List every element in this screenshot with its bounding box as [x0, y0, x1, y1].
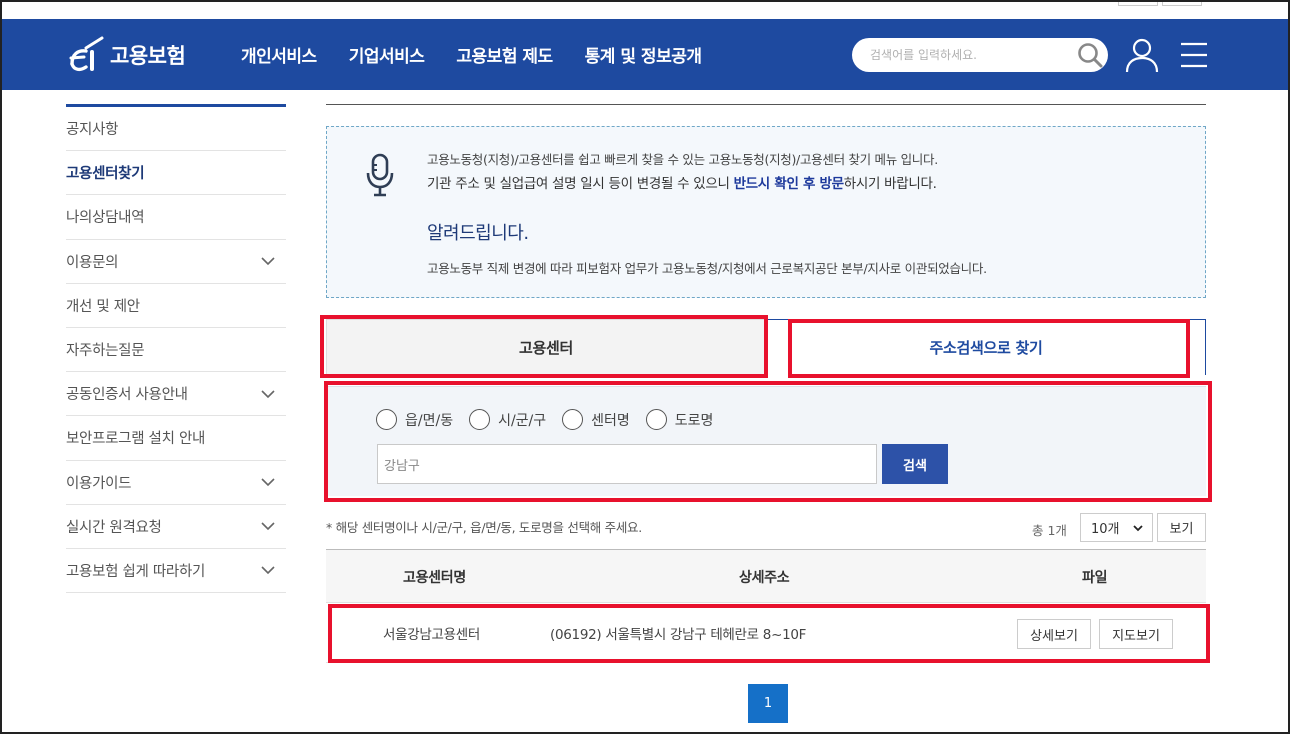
sidebar-item-notice[interactable]: 공지사항 [66, 107, 286, 152]
region-search-input[interactable] [377, 444, 877, 484]
radio-center-name[interactable]: 센터명 [562, 409, 630, 430]
site-header: 고용보험 개인서비스 기업서비스 고용보험 제도 통계 및 정보공개 [0, 19, 1290, 90]
radio-circle[interactable] [562, 409, 584, 430]
results-table-header: 고용센터명 상세주소 파일 [326, 549, 1206, 603]
page-size-value: 10개 [1091, 522, 1120, 537]
sidebar-item-certificate[interactable]: 공동인증서 사용안내 [66, 372, 286, 417]
hamburger-menu-icon[interactable] [1180, 41, 1208, 69]
utility-tab[interactable] [1118, 0, 1158, 6]
search-icon[interactable] [1076, 41, 1104, 69]
nav-item-personal[interactable]: 개인서비스 [241, 42, 317, 67]
notice-warning: 기관 주소 및 실업급여 설명 일시 등이 변경될 수 있으니 반드시 확인 후… [427, 176, 937, 192]
sidebar-item-label: 자주하는질문 [66, 343, 145, 360]
view-button[interactable]: 보기 [1157, 513, 1206, 542]
search-tabs: 고용센터 주소검색으로 찾기 [326, 319, 1206, 375]
sidebar-item-security-program[interactable]: 보안프로그램 설치 안내 [66, 416, 286, 461]
logo-text: 고용보험 [110, 44, 186, 68]
sidebar-item-my-consultations[interactable]: 나의상담내역 [66, 195, 286, 240]
sidebar-item-suggestions[interactable]: 개선 및 제안 [66, 284, 286, 328]
row-address: (06192) 서울특별시 강남구 테헤란로 8~10F [550, 627, 807, 643]
search-button[interactable]: 검색 [882, 444, 948, 484]
radio-si-gun-gu[interactable]: 시/군/구 [469, 409, 546, 430]
detail-button[interactable]: 상세보기 [1017, 619, 1091, 649]
sidebar-item-label: 고용센터찾기 [66, 166, 145, 183]
nav-item-business[interactable]: 기업서비스 [349, 42, 425, 67]
pagination-page-current[interactable]: 1 [748, 684, 788, 723]
tab-employment-center[interactable]: 고용센터 [326, 319, 766, 375]
radio-road-name[interactable]: 도로명 [645, 409, 713, 430]
notice-heading: 알려드립니다. [427, 223, 529, 244]
sidebar-item-faq[interactable]: 자주하는질문 [66, 328, 286, 373]
sidebar-nav: 공지사항 고용센터찾기 나의상담내역 이용문의 개선 및 제안 자주하는질문 공… [66, 107, 286, 594]
sidebar-item-label: 공지사항 [66, 122, 119, 139]
search-type-options: 읍/면/동 시/군/구 센터명 도로명 [376, 409, 729, 430]
radio-circle[interactable] [469, 409, 491, 430]
user-icon[interactable] [1124, 37, 1160, 73]
search-panel: 읍/면/동 시/군/구 센터명 도로명 검색 [326, 386, 1206, 496]
nav-item-system[interactable]: 고용보험 제도 [456, 42, 553, 67]
top-utility-strip [0, 0, 1290, 19]
logo-mark-icon [66, 34, 108, 76]
sidebar-item-find-center[interactable]: 고용센터찾기 [66, 151, 286, 196]
nav-item-statistics[interactable]: 통계 및 정보공개 [585, 42, 702, 67]
sidebar-item-label: 이용가이드 [66, 475, 132, 492]
site-logo[interactable]: 고용보험 [66, 32, 186, 78]
sidebar-item-label: 개선 및 제안 [66, 298, 140, 315]
search-hint: * 해당 센터명이나 시/군/구, 읍/면/동, 도로명을 선택해 주세요. [326, 520, 642, 535]
main-nav: 개인서비스 기업서비스 고용보험 제도 통계 및 정보공개 [241, 19, 734, 90]
tab-address-search[interactable]: 주소검색으로 찾기 [766, 319, 1206, 375]
chevron-down-icon [261, 478, 275, 487]
notice-description: 고용노동청(지청)/고용센터를 쉽고 빠르게 찾을 수 있는 고용노동청(지청)… [427, 152, 938, 167]
sidebar-item-label: 보안프로그램 설치 안내 [66, 431, 206, 448]
chevron-down-icon [261, 390, 275, 398]
radio-eup-myeon-dong[interactable]: 읍/면/동 [376, 409, 453, 430]
sidebar-item-label: 고용보험 쉽게 따라하기 [66, 563, 206, 580]
column-header-center-name: 고용센터명 [403, 570, 466, 586]
radio-circle[interactable] [376, 409, 397, 430]
sidebar-item-label: 나의상담내역 [66, 210, 145, 227]
column-header-address: 상세주소 [739, 570, 790, 586]
sidebar-item-inquiry[interactable]: 이용문의 [66, 240, 286, 284]
total-count: 총 1개 [1032, 523, 1067, 538]
row-center-name: 서울강남고용센터 [383, 627, 480, 643]
chevron-down-icon [261, 566, 275, 575]
chevron-down-icon [261, 522, 275, 531]
map-button[interactable]: 지도보기 [1099, 619, 1173, 649]
header-search [852, 38, 1108, 72]
sidebar-item-remote-support[interactable]: 실시간 원격요청 [66, 505, 286, 549]
utility-tab[interactable] [1162, 0, 1202, 6]
sidebar-item-guide[interactable]: 이용가이드 [66, 461, 286, 505]
sidebar-item-label: 실시간 원격요청 [66, 519, 162, 536]
notice-transfer-text: 고용노동부 직제 변경에 따라 피보험자 업무가 고용노동청/지청에서 근로복지… [427, 261, 987, 276]
notice-box: 고용노동청(지청)/고용센터를 쉽고 빠르게 찾을 수 있는 고용노동청(지청)… [326, 126, 1206, 298]
column-header-file: 파일 [1082, 570, 1108, 586]
chevron-down-icon [261, 257, 275, 266]
radio-circle[interactable] [645, 409, 667, 430]
chevron-down-icon [1133, 524, 1143, 531]
microphone-icon [365, 153, 395, 197]
sidebar-item-label: 공동인증서 사용안내 [66, 387, 188, 404]
sidebar-item-label: 이용문의 [66, 254, 119, 271]
page-title-underline [326, 104, 1206, 105]
page-size-select[interactable]: 10개 [1080, 513, 1153, 542]
sidebar-item-easy-guide[interactable]: 고용보험 쉽게 따라하기 [66, 549, 286, 594]
notice-emphasis: 반드시 확인 후 방문 [733, 176, 844, 192]
table-row: 서울강남고용센터 (06192) 서울특별시 강남구 테헤란로 8~10F 상세… [326, 603, 1206, 663]
search-input[interactable] [870, 45, 1060, 65]
